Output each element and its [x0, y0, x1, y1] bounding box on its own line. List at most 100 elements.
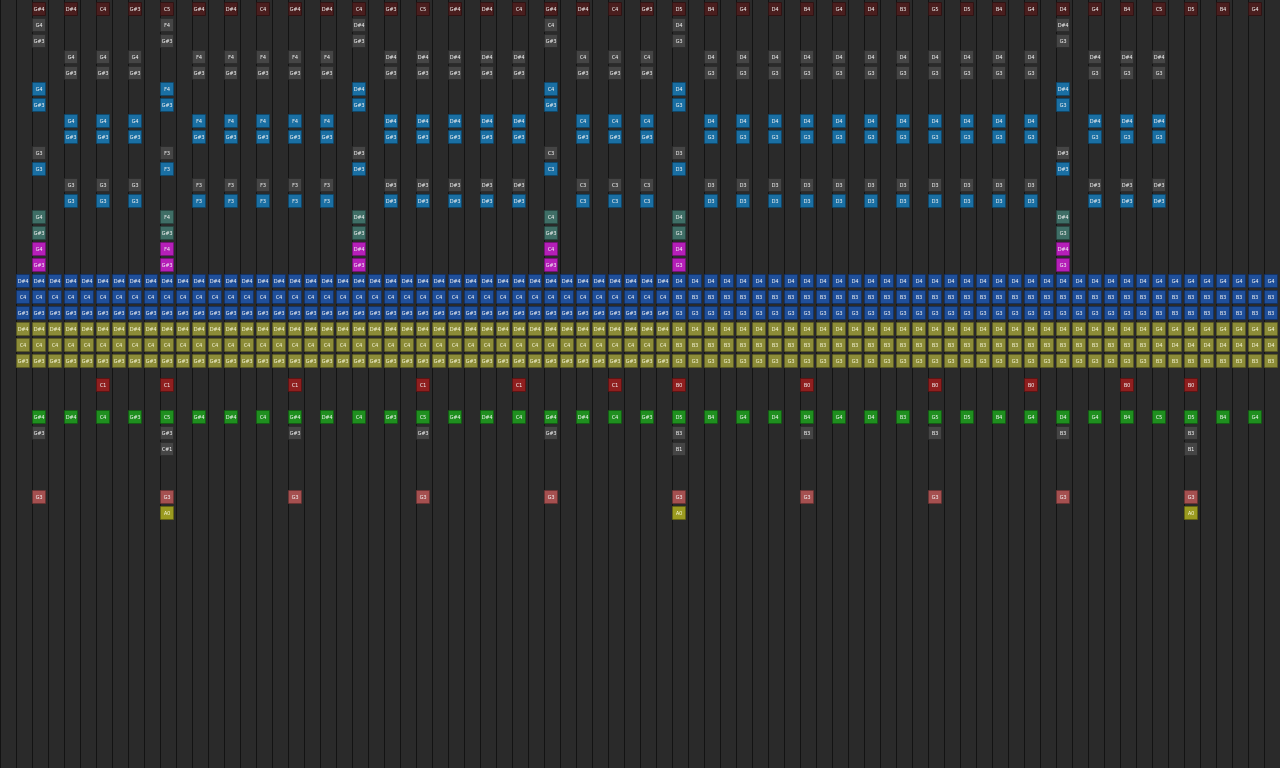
note-cell[interactable]: G#3: [544, 258, 558, 272]
note-cell[interactable]: G4: [128, 50, 142, 64]
band-note[interactable]: G#3: [304, 306, 318, 320]
note-cell[interactable]: D4: [800, 114, 814, 128]
band-note[interactable]: G#3: [384, 354, 398, 368]
band-note[interactable]: D4: [1184, 338, 1198, 352]
band-note[interactable]: B3: [1232, 290, 1246, 304]
band-note[interactable]: B3: [976, 338, 990, 352]
band-note[interactable]: C4: [576, 338, 590, 352]
band-note[interactable]: G#3: [576, 306, 590, 320]
lower-note[interactable]: A0: [160, 506, 174, 520]
band-note[interactable]: D#4: [480, 274, 494, 288]
band-note[interactable]: B3: [704, 338, 718, 352]
note-cell[interactable]: D#4: [1120, 50, 1134, 64]
header-note[interactable]: G#4: [192, 2, 206, 16]
band-note[interactable]: B3: [784, 338, 798, 352]
band-note[interactable]: G#3: [240, 306, 254, 320]
note-cell[interactable]: G#3: [576, 66, 590, 80]
note-cell[interactable]: G3: [832, 130, 846, 144]
band-note[interactable]: C4: [368, 290, 382, 304]
note-cell[interactable]: D#4: [416, 50, 430, 64]
band-note[interactable]: G4: [1168, 274, 1182, 288]
band-note[interactable]: D#4: [656, 274, 670, 288]
note-cell[interactable]: G#3: [160, 226, 174, 240]
note-cell[interactable]: F4: [160, 82, 174, 96]
band-note[interactable]: B3: [864, 290, 878, 304]
band-note[interactable]: C4: [336, 338, 350, 352]
band-note[interactable]: D4: [1248, 338, 1262, 352]
lower-note[interactable]: C1: [96, 378, 110, 392]
band-note[interactable]: G3: [816, 354, 830, 368]
note-cell[interactable]: D3: [672, 146, 686, 160]
melody-note[interactable]: C4: [256, 410, 270, 424]
band-note[interactable]: G#3: [464, 306, 478, 320]
band-note[interactable]: C4: [416, 290, 430, 304]
band-note[interactable]: D#4: [224, 274, 238, 288]
band-note[interactable]: D#4: [464, 274, 478, 288]
lower-note[interactable]: G3: [288, 490, 302, 504]
band-note[interactable]: G3: [704, 354, 718, 368]
lower-note[interactable]: B3: [1056, 426, 1070, 440]
band-note[interactable]: D4: [832, 322, 846, 336]
band-note[interactable]: G3: [720, 306, 734, 320]
note-cell[interactable]: D#4: [1056, 210, 1070, 224]
band-note[interactable]: G#3: [352, 306, 366, 320]
band-note[interactable]: B3: [720, 290, 734, 304]
note-cell[interactable]: G#3: [96, 130, 110, 144]
note-cell[interactable]: G3: [864, 130, 878, 144]
note-cell[interactable]: G4: [32, 82, 46, 96]
note-cell[interactable]: G#3: [160, 34, 174, 48]
band-note[interactable]: G#3: [288, 306, 302, 320]
band-note[interactable]: G#3: [112, 354, 126, 368]
header-note[interactable]: C5: [416, 2, 430, 16]
band-note[interactable]: G#3: [224, 354, 238, 368]
band-note[interactable]: G3: [768, 354, 782, 368]
band-note[interactable]: G4: [1216, 274, 1230, 288]
note-cell[interactable]: C3: [608, 194, 622, 208]
note-cell[interactable]: D#4: [480, 50, 494, 64]
band-note[interactable]: G4: [1264, 274, 1278, 288]
note-cell[interactable]: D4: [832, 114, 846, 128]
note-cell[interactable]: G#3: [384, 66, 398, 80]
band-note[interactable]: D#4: [224, 322, 238, 336]
note-cell[interactable]: G3: [736, 130, 750, 144]
note-cell[interactable]: D#3: [1088, 194, 1102, 208]
band-note[interactable]: D#4: [160, 322, 174, 336]
note-cell[interactable]: G4: [64, 114, 78, 128]
note-cell[interactable]: G3: [864, 66, 878, 80]
note-cell[interactable]: F3: [320, 194, 334, 208]
band-note[interactable]: G3: [1088, 306, 1102, 320]
lower-note[interactable]: B3: [800, 426, 814, 440]
melody-note[interactable]: D#4: [224, 410, 238, 424]
band-note[interactable]: D4: [816, 274, 830, 288]
band-note[interactable]: G#3: [368, 306, 382, 320]
band-note[interactable]: G#3: [64, 306, 78, 320]
band-note[interactable]: D4: [1136, 274, 1150, 288]
band-note[interactable]: C4: [400, 290, 414, 304]
note-cell[interactable]: D#4: [1056, 82, 1070, 96]
band-note[interactable]: G#3: [16, 306, 30, 320]
band-note[interactable]: D4: [752, 274, 766, 288]
note-cell[interactable]: G#3: [416, 130, 430, 144]
band-note[interactable]: G#3: [48, 306, 62, 320]
melody-note[interactable]: B4: [800, 410, 814, 424]
band-note[interactable]: G4: [1152, 274, 1166, 288]
band-note[interactable]: G3: [912, 354, 926, 368]
note-cell[interactable]: D#4: [512, 50, 526, 64]
note-cell[interactable]: D#3: [448, 194, 462, 208]
note-cell[interactable]: G3: [1120, 130, 1134, 144]
melody-note[interactable]: B4: [704, 410, 718, 424]
note-cell[interactable]: G3: [1056, 98, 1070, 112]
band-note[interactable]: D4: [960, 322, 974, 336]
header-note[interactable]: G4: [832, 2, 846, 16]
band-note[interactable]: B3: [688, 338, 702, 352]
note-cell[interactable]: G3: [928, 130, 942, 144]
band-note[interactable]: G#3: [560, 354, 574, 368]
band-note[interactable]: D#4: [384, 274, 398, 288]
band-note[interactable]: D#4: [128, 322, 142, 336]
header-note[interactable]: D4: [768, 2, 782, 16]
note-cell[interactable]: G3: [1088, 66, 1102, 80]
band-note[interactable]: D4: [704, 274, 718, 288]
band-note[interactable]: D4: [864, 274, 878, 288]
note-cell[interactable]: D#4: [1056, 242, 1070, 256]
band-note[interactable]: G#3: [608, 306, 622, 320]
